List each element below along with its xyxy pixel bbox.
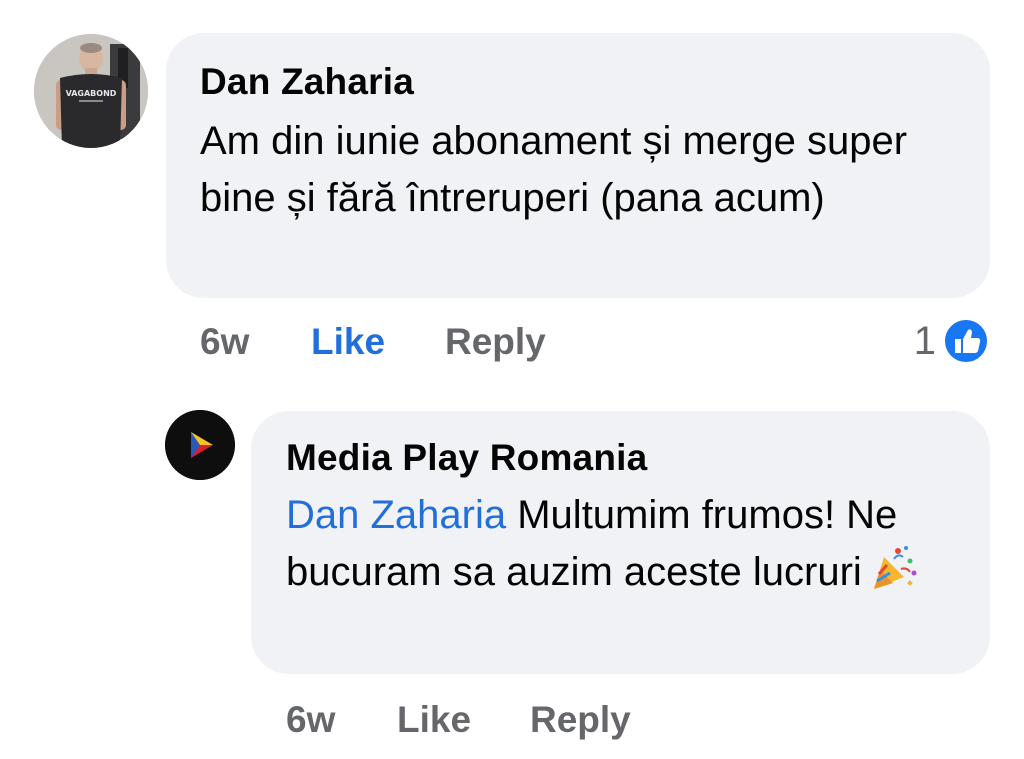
reply-bubble: Media Play Romania Dan Zaharia Multumim …: [251, 411, 990, 674]
comment-author[interactable]: Dan Zaharia: [200, 59, 960, 105]
reply-text: Dan Zaharia Multumim frumos! Ne bucuram …: [286, 487, 960, 600]
comment-text: Am din iunie abonament și merge super bi…: [200, 119, 908, 220]
comment-bubble: Dan Zaharia Am din iunie abonament și me…: [166, 33, 990, 298]
reaction-summary[interactable]: 1: [914, 316, 990, 366]
comment-actions: 6w Like Reply 1: [200, 318, 990, 364]
avatar-media-play-romania[interactable]: [165, 410, 235, 480]
party-popper-icon: [873, 546, 917, 589]
reply-author[interactable]: Media Play Romania: [286, 435, 960, 481]
reply-timestamp[interactable]: 6w: [286, 698, 335, 742]
like-button[interactable]: Like: [311, 320, 385, 364]
mention-link[interactable]: Dan Zaharia: [286, 493, 506, 537]
user-photo-icon: VAGABOND: [34, 34, 148, 148]
reaction-count: 1: [913, 319, 936, 363]
reply-reply-button[interactable]: Reply: [530, 698, 631, 742]
reply-actions: 6w Like Reply: [286, 698, 786, 742]
comment-timestamp[interactable]: 6w: [200, 320, 249, 364]
avatar-shirt-text: VAGABOND: [66, 89, 117, 98]
media-play-logo-icon: [165, 410, 235, 480]
thumbs-up-icon: [943, 318, 989, 364]
reply-like-button[interactable]: Like: [397, 698, 471, 742]
comment-thread: VAGABOND Dan Zaharia Am din iunie abonam…: [0, 0, 1024, 759]
reply-button[interactable]: Reply: [445, 320, 546, 364]
avatar-dan-zaharia[interactable]: VAGABOND: [34, 34, 148, 148]
